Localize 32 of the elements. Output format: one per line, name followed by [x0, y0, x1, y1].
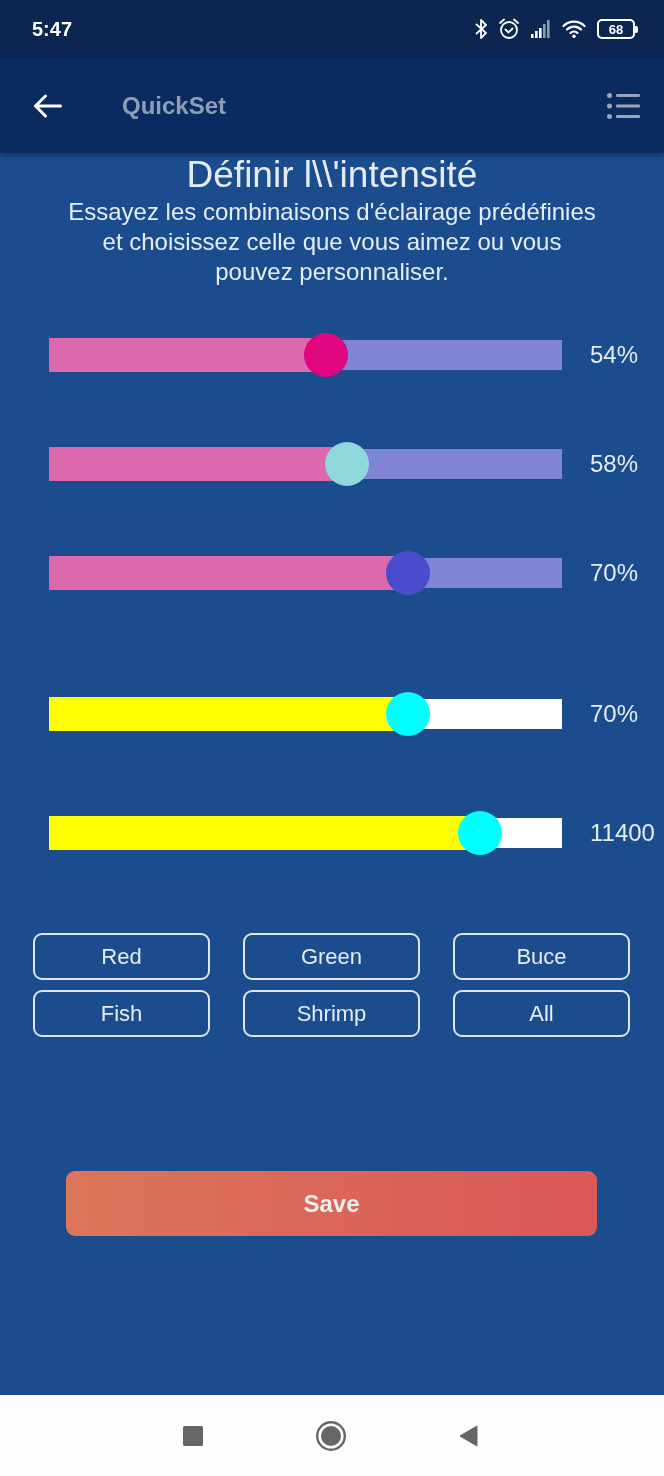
- preset-button[interactable]: Fish: [33, 990, 210, 1037]
- circle-home-icon[interactable]: [316, 1420, 346, 1451]
- page-description: Essayez les combinaisons d'éclairage prédéfinies et choisissez celle que vous aimez ou vous pouvez personnaliser.: [67, 197, 597, 287]
- preset-button[interactable]: Red: [33, 933, 210, 980]
- bluetooth-icon: [475, 18, 487, 40]
- page-title: Définir l\\'intensité: [185, 155, 479, 195]
- slider-thumb[interactable]: [324, 442, 369, 486]
- slider-value: 58%: [590, 450, 639, 478]
- list-menu-icon: [607, 92, 640, 119]
- back-button[interactable]: [33, 93, 62, 118]
- slider-value: 11400: [590, 819, 655, 847]
- slider-thumb[interactable]: [386, 551, 431, 595]
- slider-value: 70%: [590, 700, 639, 728]
- preset-button[interactable]: Green: [243, 933, 420, 980]
- back-arrow-icon: [33, 93, 62, 118]
- slider-thumb[interactable]: [304, 333, 348, 377]
- wifi-icon: [562, 20, 586, 38]
- battery-indicator: 68: [597, 19, 638, 39]
- status-time: 5:47: [32, 17, 73, 41]
- slider-value: 70%: [590, 559, 639, 587]
- preset-button[interactable]: Buce: [453, 933, 630, 980]
- slider-thumb[interactable]: [457, 811, 502, 855]
- preset-button[interactable]: All: [453, 990, 630, 1037]
- slider-thumb[interactable]: [386, 692, 431, 736]
- square-recents-icon[interactable]: [183, 1425, 203, 1446]
- alarm-clock-icon: [498, 18, 520, 40]
- signal-icon: [531, 20, 551, 38]
- triangle-back-icon[interactable]: [459, 1424, 478, 1447]
- preset-button[interactable]: Shrimp: [243, 990, 420, 1037]
- app-bar-title: QuickSet: [122, 91, 227, 120]
- slider-value: 54%: [590, 341, 639, 369]
- menu-button[interactable]: [607, 92, 640, 119]
